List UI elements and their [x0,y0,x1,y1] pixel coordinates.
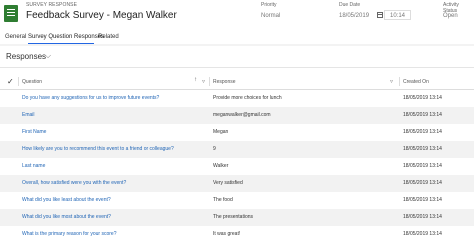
survey-record-icon [4,5,18,22]
created-on-cell: 18/05/2019 13:14 [403,214,442,220]
tabs-divider [0,44,474,46]
section-divider [0,67,474,68]
filter-chevron-icon[interactable]: ▿ [390,78,393,85]
column-separator [399,77,400,86]
table-row[interactable]: First Name Megan 18/05/2019 13:14 [0,124,474,141]
calendar-icon[interactable] [377,12,383,18]
due-time-field[interactable]: 10:14 [384,10,411,20]
record-type-label: SURVEY RESPONSE [26,2,78,8]
record-tabs: General Survey Question Responses Relate… [0,34,474,45]
created-on-cell: 18/05/2019 13:14 [403,129,442,135]
table-row[interactable]: How likely are you to recommend this eve… [0,141,474,158]
question-link[interactable]: Do you have any suggestions for us to im… [22,95,159,101]
response-cell: Very satisfied [213,180,243,186]
grid-header: ✓ Question ↑ ▿ Response ▿ Created On [0,74,474,90]
response-cell: meganwalker@gmail.com [213,112,271,118]
due-date-value[interactable]: 18/05/2019 [339,13,369,19]
table-row[interactable]: Last name Walker 18/05/2019 13:14 [0,158,474,175]
created-on-cell: 18/05/2019 13:14 [403,197,442,203]
table-row[interactable]: What did you like most about the event? … [0,209,474,226]
question-link[interactable]: Email [22,112,35,118]
question-link[interactable]: Last name [22,163,45,169]
record-header: SURVEY RESPONSE Feedback Survey - Megan … [0,0,474,33]
question-link[interactable]: Overall, how satisfied were you with the… [22,180,126,186]
column-separator [18,77,19,86]
filter-chevron-icon[interactable]: ▿ [202,78,205,85]
due-date-label: Due Date [339,2,361,8]
response-cell: Megan [213,129,229,135]
created-on-cell: 18/05/2019 13:14 [403,146,442,152]
sort-ascending-icon[interactable]: ↑ [194,77,197,83]
created-on-cell: 18/05/2019 13:14 [403,112,442,118]
priority-value[interactable]: Normal [261,13,280,19]
tab-survey-question-responses[interactable]: Survey Question Responses [28,34,104,40]
created-on-cell: 18/05/2019 13:14 [403,163,442,169]
response-cell: Provide more choices for lunch [213,95,282,101]
column-separator [209,77,210,86]
response-cell: 9 [213,146,216,152]
question-link[interactable]: First Name [22,129,46,135]
created-on-cell: 18/05/2019 13:14 [403,95,442,101]
table-row[interactable]: Do you have any suggestions for us to im… [0,90,474,107]
record-title: Feedback Survey - Megan Walker [26,10,177,21]
question-link[interactable]: What is the primary reason for your scor… [22,231,116,237]
priority-label: Priority [261,2,277,8]
table-row[interactable]: What is the primary reason for your scor… [0,226,474,242]
chevron-down-icon[interactable]: ⌵ [45,51,51,61]
tab-related[interactable]: Related [98,34,119,40]
question-link[interactable]: How likely are you to recommend this eve… [22,146,174,152]
column-header-question[interactable]: Question [22,79,42,85]
column-header-response[interactable]: Response [213,79,236,85]
question-link[interactable]: What did you like most about the event? [22,214,111,220]
created-on-cell: 18/05/2019 13:14 [403,180,442,186]
question-link[interactable]: What did you like least about the event? [22,197,111,203]
table-row[interactable]: Overall, how satisfied were you with the… [0,175,474,192]
table-row[interactable]: Email meganwalker@gmail.com 18/05/2019 1… [0,107,474,124]
created-on-cell: 18/05/2019 13:14 [403,231,442,237]
section-title: Responses [6,52,47,61]
table-row[interactable]: What did you like least about the event?… [0,192,474,209]
response-cell: The food [213,197,233,203]
column-header-created-on[interactable]: Created On [403,79,429,85]
response-cell: The presentations [213,214,254,220]
tab-general[interactable]: General [5,34,26,40]
due-time-value: 10:14 [390,13,406,19]
activity-status-value: Open [443,13,458,19]
response-cell: Walker [213,163,229,169]
checkmark-icon[interactable]: ✓ [7,77,14,86]
response-cell: It was great! [213,231,241,237]
